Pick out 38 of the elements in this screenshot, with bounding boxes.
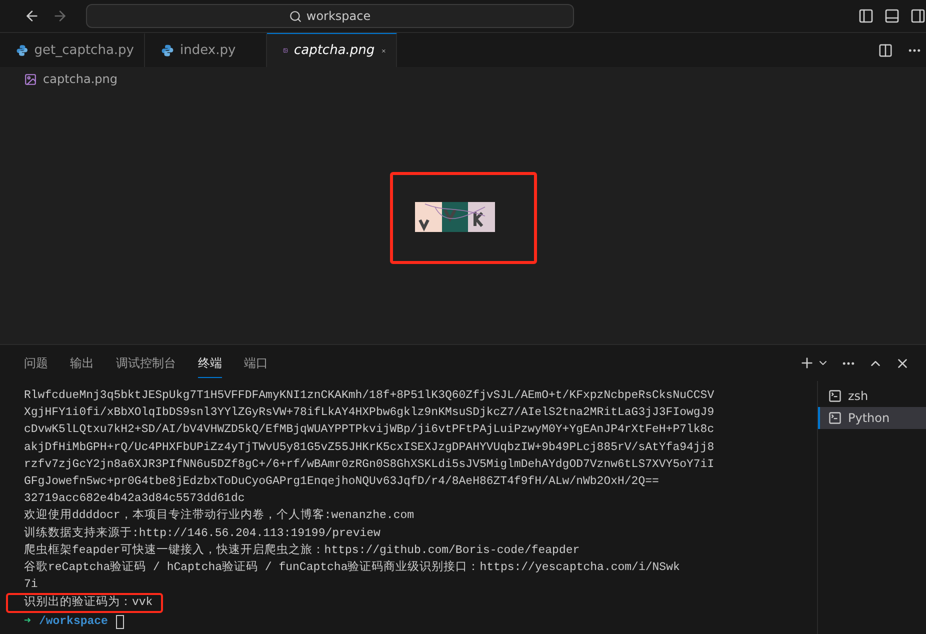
prompt-arrow: ➜ (24, 614, 31, 630)
terminal-list-item[interactable]: Python (818, 407, 926, 429)
split-editor-icon[interactable] (878, 42, 893, 58)
panel-toggle-icon[interactable] (884, 8, 900, 24)
terminal-line: rzfv7zjGcY2jn8a6XJR3PIfNN6u5DZf8gC+/6+rf/wBAmr0zRGn0S8GhXSKLdi5sJV5MiglmDehAYdgOD7Vznw6tLS7XVY5oY7iI (24, 456, 714, 473)
python-icon (16, 44, 28, 57)
panel-tab[interactable]: 问题 (24, 348, 48, 378)
search-icon (289, 10, 302, 22)
panel-tab[interactable]: 输出 (70, 348, 94, 378)
search-field[interactable]: workspace (86, 4, 574, 28)
python-icon (161, 44, 174, 57)
terminal-line: akjDfHiMbGPH+rQ/Uc4PHXFbUPiZz4yTjTWvU5y81G5vZ55JHKrK5cxISEXJzgDPAHYVUqbzIW+9b49PLcj885rV/sAtYfa94jj8 (24, 440, 714, 456)
terminal-line: RlwfcdueMnj3q5bktJESpUkg7T1H5VFFDFAmyKNI1znCKAKmh/18f+8P51lK3Q60ZfjvSJL/AEmO+t/KFxpzNcbpeRsCksNuCCSV (24, 388, 714, 404)
back-button[interactable] (24, 8, 40, 24)
sidebar-toggle-icon[interactable] (858, 8, 874, 24)
terminal-line: 7i (24, 577, 38, 594)
terminal-icon (828, 389, 842, 403)
panel-tab[interactable]: 端口 (244, 348, 268, 378)
editor-tab[interactable]: captcha.png (267, 33, 397, 67)
terminal-line: 32719acc682e4b42a3d84c5573dd61dc (24, 491, 245, 508)
terminal-line: 训练数据支持来源于:http://146.56.204.113:19199/preview (24, 526, 380, 542)
panel-tab[interactable]: 终端 (198, 348, 222, 378)
terminal-line: GFgJowefn5wc+pr0G4tbe8jEdzbxToDuCyoGAPrg1EnqejhoNQUv63JqfD/r4/8AeH86ZT4f9fH/ALw/nWb2OxH/2Q== (24, 474, 659, 490)
terminal-line: cDvwK5lLQtxu7kH2+SD/AI/bV4VHWZD5kQ/EfMBjqWUAYPPTPkvijWBp/ji6vtPFtPAjLuiPzwyM0Y+YgEAnJP4rXtFeH+P7lk8c (24, 422, 714, 438)
terminal-list-item[interactable]: zsh (818, 385, 926, 407)
terminal-line: 谷歌reCaptcha验证码 / hCaptcha验证码 / funCaptcha验证码商业级识别接口：https://yescaptcha.com/i/NSwk (24, 559, 680, 576)
breadcrumb[interactable]: captcha.png (43, 72, 118, 86)
terminal-line: 爬虫框架feapder可快速一键接入，快速开启爬虫之旅：https://github.com/Boris-code/feapder (24, 542, 580, 559)
secondary-sidebar-icon[interactable] (910, 8, 926, 24)
panel-tab[interactable]: 调试控制台 (116, 348, 176, 378)
new-terminal-icon[interactable] (799, 355, 815, 371)
terminal-line: XgjHFY1i0fi/xBbXOlqIbDS9snl3YYlZGyRsVW+78ifLkAY4HXPbw6gklz9nKMsuSDjkcZ7/AIelS2tna2MRitLaG3jJ3FIowgJ9 (24, 405, 714, 422)
image-icon (24, 72, 37, 86)
cursor-icon (116, 615, 124, 630)
forward-button[interactable] (52, 8, 68, 24)
terminal-line: 欢迎使用ddddocr，本项目专注带动行业内卷，个人博客:wenanzhe.com (24, 507, 414, 524)
prompt-path: /workspace (38, 614, 108, 630)
terminal-icon (828, 411, 842, 425)
